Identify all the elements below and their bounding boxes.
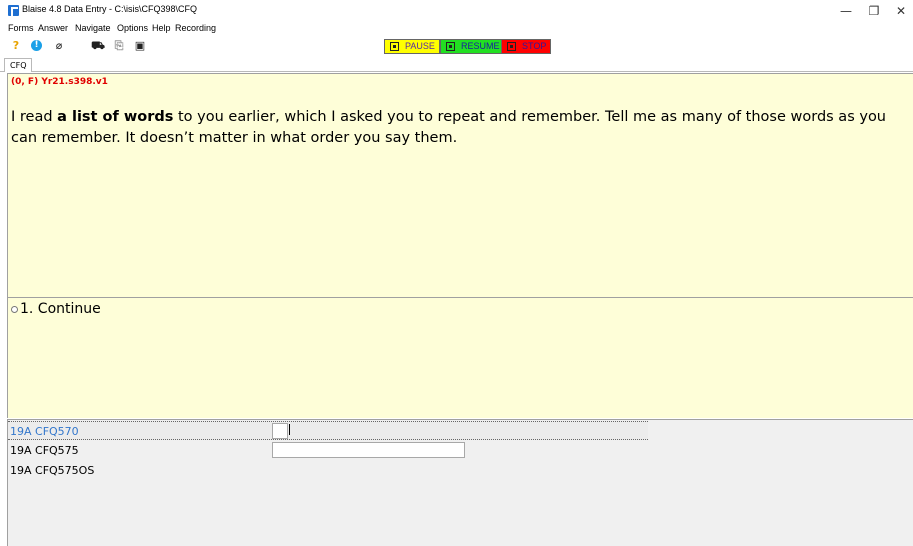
- minimize-button[interactable]: —: [834, 2, 858, 20]
- resume-label: RESUME: [461, 41, 500, 51]
- info-alert-icon[interactable]: !: [31, 40, 42, 51]
- field-name-cfq575: 19A CFQ575: [10, 444, 79, 457]
- question-text-start: I read: [11, 109, 58, 125]
- save-icon[interactable]: ▣: [133, 39, 147, 53]
- field-row-cfq570[interactable]: 19A CFQ570: [8, 421, 648, 440]
- find-icon[interactable]: ⛟: [91, 39, 105, 53]
- field-row-cfq575[interactable]: 19A CFQ575: [8, 441, 913, 460]
- pause-icon: [390, 42, 399, 51]
- answer-pane: 1. Continue: [7, 297, 913, 418]
- menu-answer[interactable]: Answer: [38, 23, 68, 33]
- stop-icon: [507, 42, 516, 51]
- form-tab-strip: CFQ: [0, 56, 913, 72]
- continue-radio[interactable]: [11, 306, 18, 313]
- question-text-emphasis: a list of words: [57, 109, 174, 125]
- text-cursor: [289, 424, 290, 435]
- resume-button[interactable]: RESUME: [440, 39, 505, 54]
- help-question-icon[interactable]: ?: [9, 39, 23, 53]
- stop-button[interactable]: STOP: [501, 39, 551, 54]
- continue-option-label[interactable]: 1. Continue: [20, 301, 101, 317]
- menu-options[interactable]: Options: [117, 23, 148, 33]
- menu-bar: Forms Answer Navigate Options Help Recor…: [0, 22, 913, 35]
- resume-icon: [446, 42, 455, 51]
- stop-label: STOP: [522, 41, 547, 51]
- pause-label: PAUSE: [405, 41, 435, 51]
- copy-icon[interactable]: ⎘: [112, 39, 126, 53]
- menu-help[interactable]: Help: [152, 23, 171, 33]
- pause-button[interactable]: PAUSE: [384, 39, 440, 54]
- field-name-cfq570: 19A CFQ570: [10, 425, 79, 438]
- restore-button[interactable]: ❐: [862, 2, 886, 20]
- field-row-cfq575os[interactable]: 19A CFQ575OS: [8, 461, 913, 480]
- question-text: I read a list of words to you earlier, w…: [11, 107, 901, 149]
- menu-navigate[interactable]: Navigate: [75, 23, 111, 33]
- close-button[interactable]: ✕: [889, 2, 913, 20]
- toolbar: ? ! ⌀ ⛟ ⎘ ▣ PAUSE RESUME STOP: [0, 36, 913, 56]
- paperclip-icon[interactable]: ⌀: [52, 39, 66, 53]
- title-bar: Blaise 4.8 Data Entry - C:\isis\CFQ398\C…: [0, 0, 913, 22]
- cfq575-input[interactable]: [272, 442, 465, 458]
- question-pane: (0, F) Yr21.s398.v1 I read a list of wor…: [7, 73, 913, 297]
- menu-forms[interactable]: Forms: [8, 23, 34, 33]
- cfq570-input[interactable]: [272, 423, 288, 439]
- question-id: (0, F) Yr21.s398.v1: [11, 77, 108, 87]
- window-title: Blaise 4.8 Data Entry - C:\isis\CFQ398\C…: [22, 4, 198, 14]
- field-name-cfq575os: 19A CFQ575OS: [10, 464, 95, 477]
- menu-recording[interactable]: Recording: [175, 23, 216, 33]
- field-list-pane: 19A CFQ570 19A CFQ575 19A CFQ575OS: [7, 419, 913, 546]
- tab-cfq[interactable]: CFQ: [4, 58, 33, 72]
- blaise-app-icon: [8, 5, 19, 16]
